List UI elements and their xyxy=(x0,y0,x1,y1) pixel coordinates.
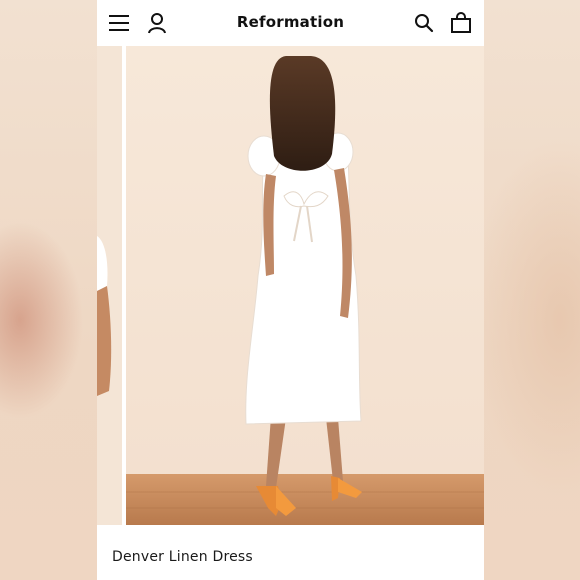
product-info: Denver Linen Dress xyxy=(97,525,484,580)
shopping-bag-button[interactable] xyxy=(449,11,473,35)
search-icon xyxy=(415,14,434,33)
top-nav-bar: Reformation xyxy=(97,0,484,46)
main-product-photo[interactable] xyxy=(126,46,484,525)
app-screen: Reformation Denver Linen Dress xyxy=(97,0,484,580)
search-button[interactable] xyxy=(412,11,436,35)
product-image-carousel[interactable] xyxy=(97,46,484,525)
previous-slide-image[interactable] xyxy=(97,46,122,525)
product-title: Denver Linen Dress xyxy=(112,549,253,565)
shopping-bag-icon xyxy=(451,12,471,33)
